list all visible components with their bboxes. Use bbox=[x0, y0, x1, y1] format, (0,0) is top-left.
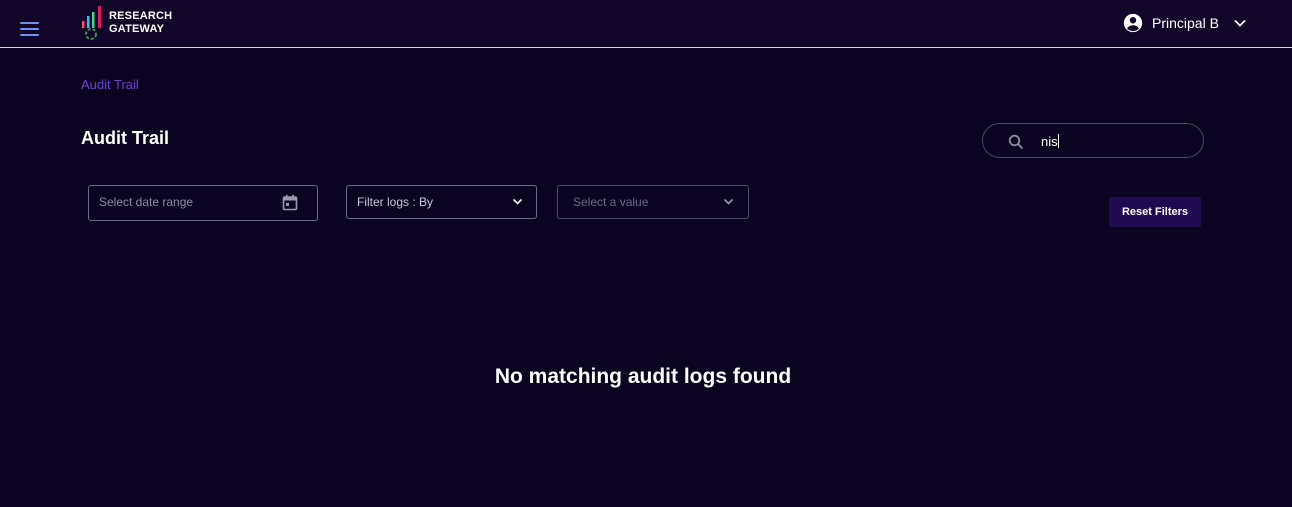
chevron-down-icon bbox=[512, 198, 523, 205]
top-navigation-bar: RESEARCH GATEWAY Principal B bbox=[0, 0, 1292, 48]
user-menu[interactable]: Principal B bbox=[1122, 11, 1247, 35]
select-value-dropdown[interactable]: Select a value bbox=[557, 185, 749, 219]
logo-text: RESEARCH GATEWAY bbox=[109, 10, 172, 36]
date-range-picker[interactable]: Select date range bbox=[88, 185, 318, 221]
chevron-down-icon bbox=[723, 198, 734, 205]
text-cursor bbox=[1057, 134, 1059, 148]
search-value: nis bbox=[1041, 134, 1058, 149]
select-value-placeholder: Select a value bbox=[573, 195, 649, 209]
logo-line-1: RESEARCH bbox=[109, 10, 173, 22]
calendar-icon[interactable] bbox=[282, 194, 298, 211]
user-name: Principal B bbox=[1152, 15, 1219, 31]
logo-line-2: GATEWAY bbox=[109, 23, 165, 35]
filter-logs-by-label: Filter logs : By bbox=[357, 195, 434, 209]
search-input[interactable]: nis bbox=[982, 123, 1204, 158]
hamburger-menu-icon[interactable] bbox=[20, 22, 39, 36]
search-icon bbox=[1008, 134, 1024, 150]
empty-state-message: No matching audit logs found bbox=[494, 365, 792, 388]
page-title: Audit Trail bbox=[81, 128, 170, 148]
research-gateway-logo[interactable]: RESEARCH GATEWAY bbox=[80, 6, 180, 42]
account-circle-icon bbox=[1123, 13, 1143, 33]
date-range-placeholder: Select date range bbox=[99, 195, 194, 209]
search-value-wrap: nis bbox=[1041, 134, 1059, 149]
reset-filters-button[interactable]: Reset Filters bbox=[1109, 197, 1201, 227]
breadcrumb[interactable]: Audit Trail bbox=[81, 77, 139, 92]
logo-bars-icon bbox=[82, 6, 101, 40]
chevron-down-icon[interactable] bbox=[1233, 18, 1247, 28]
filter-logs-by-dropdown[interactable]: Filter logs : By bbox=[346, 185, 537, 219]
